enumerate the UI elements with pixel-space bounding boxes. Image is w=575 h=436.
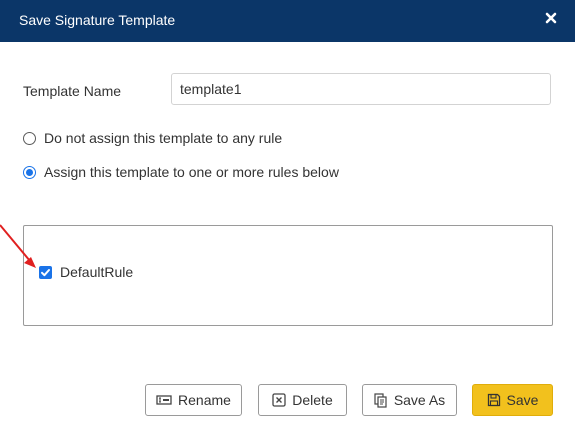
radio-button-selected[interactable] [23, 165, 36, 179]
rule-item-defaultrule[interactable]: DefaultRule [39, 264, 133, 280]
rules-list: DefaultRule [23, 225, 553, 326]
radio-option-assign-rules[interactable]: Assign this template to one or more rule… [23, 164, 339, 180]
copy-icon [374, 392, 388, 408]
delete-icon [272, 393, 286, 407]
rule-label: DefaultRule [60, 264, 134, 280]
dialog-title: Save Signature Template [19, 12, 176, 28]
radio-option-no-rule[interactable]: Do not assign this template to any rule [23, 130, 282, 146]
rename-button-label: Rename [178, 392, 231, 408]
save-button[interactable]: Save [472, 384, 553, 416]
rename-icon [156, 394, 172, 406]
radio-option-label: Assign this template to one or more rule… [44, 164, 339, 180]
save-as-button-label: Save As [393, 392, 446, 408]
radio-option-label: Do not assign this template to any rule [44, 130, 283, 146]
save-button-label: Save [506, 392, 539, 408]
delete-button[interactable]: Delete [258, 384, 347, 416]
template-name-label: Template Name [23, 83, 122, 99]
close-icon[interactable] [539, 6, 563, 30]
save-as-button[interactable]: Save As [362, 384, 457, 416]
dialog-titlebar: Save Signature Template [0, 0, 575, 42]
save-signature-template-dialog: Save Signature Template Template Name Do… [0, 0, 575, 436]
save-floppy-icon [487, 393, 501, 407]
annotation-arrow-icon [0, 224, 36, 268]
template-name-input[interactable] [171, 73, 551, 105]
delete-button-label: Delete [292, 392, 333, 408]
rename-button[interactable]: Rename [145, 384, 242, 416]
radio-button[interactable] [23, 131, 36, 145]
